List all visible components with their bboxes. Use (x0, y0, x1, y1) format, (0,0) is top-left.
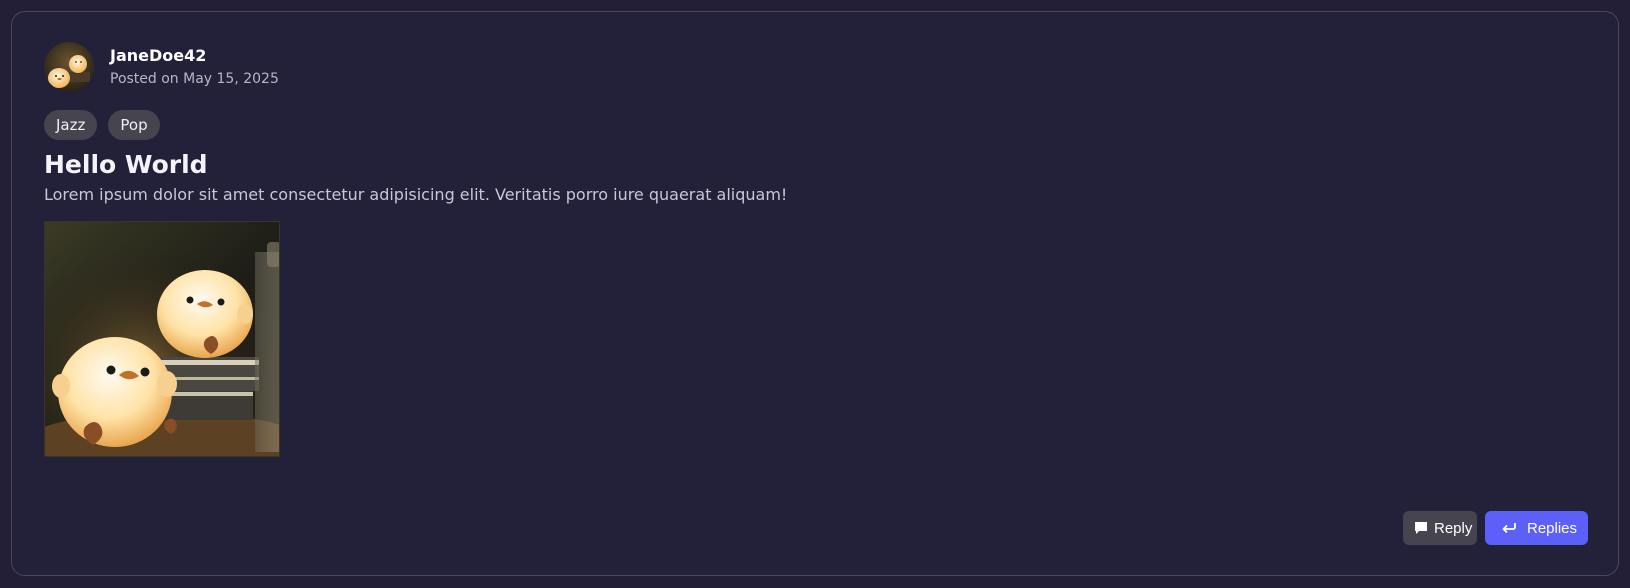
user-meta: JaneDoe42 Posted on May 15, 2025 (110, 45, 279, 89)
avatar-duck-image (44, 42, 94, 92)
replies-button[interactable]: Replies (1485, 511, 1588, 545)
tag-list: Jazz Pop (44, 110, 160, 140)
duck-lamp-photo (45, 222, 279, 456)
post-date: Posted on May 15, 2025 (110, 71, 279, 87)
tag-jazz[interactable]: Jazz (44, 110, 98, 140)
post-card: JaneDoe42 Posted on May 15, 2025 Jazz Po… (11, 11, 1619, 576)
username[interactable]: JaneDoe42 (110, 45, 279, 67)
post-title: Hello World (44, 150, 208, 179)
post-body: Lorem ipsum dolor sit amet consectetur a… (44, 185, 788, 204)
speech-bubble-icon (1414, 521, 1428, 535)
reply-button[interactable]: Reply (1403, 511, 1477, 545)
post-header: JaneDoe42 Posted on May 15, 2025 (44, 42, 279, 92)
return-arrow-icon (1501, 522, 1517, 534)
post-actions: Reply Replies (1403, 511, 1588, 545)
avatar[interactable] (44, 42, 94, 92)
post-image[interactable] (44, 221, 280, 457)
tag-pop[interactable]: Pop (108, 110, 160, 140)
replies-button-label: Replies (1527, 519, 1578, 537)
reply-button-label: Reply (1434, 519, 1473, 537)
